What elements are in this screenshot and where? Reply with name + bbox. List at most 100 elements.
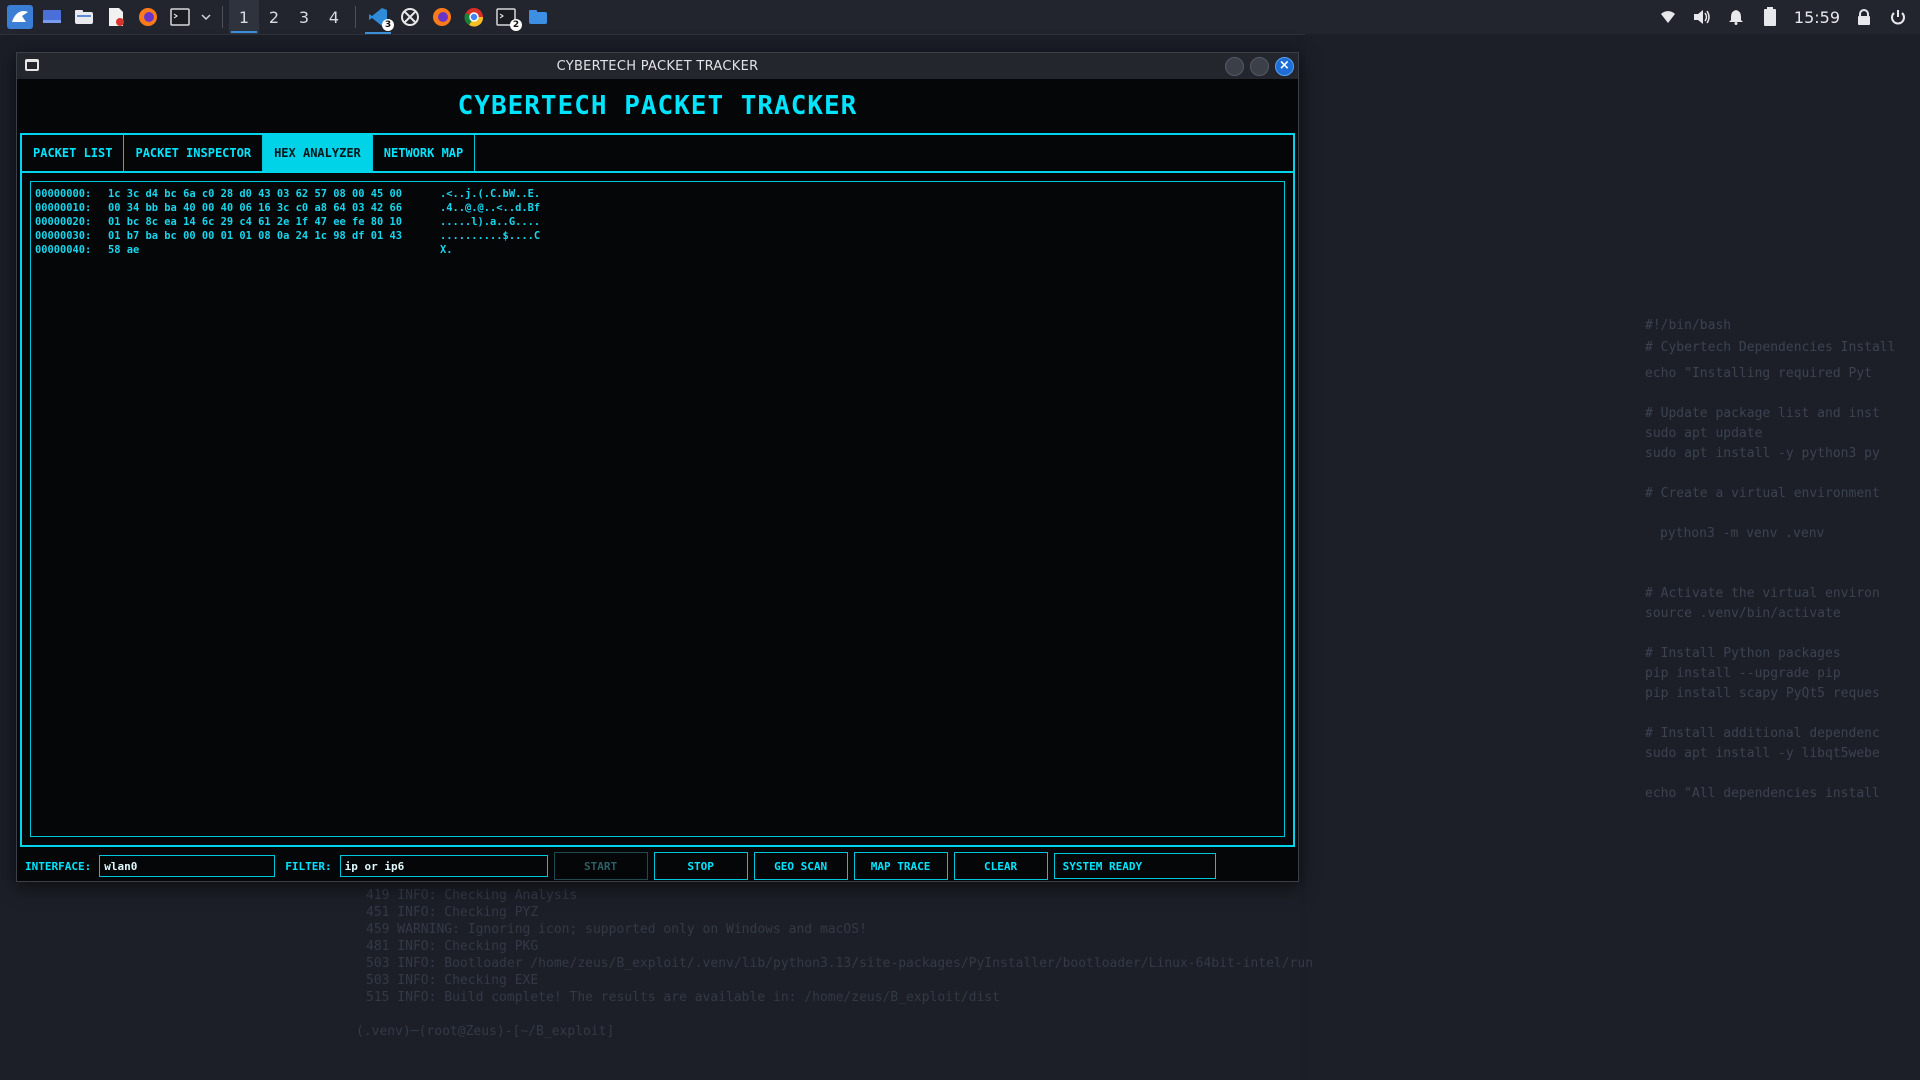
notifications-icon[interactable] (1726, 7, 1746, 27)
tab-network-map[interactable]: NETWORK MAP (373, 135, 476, 171)
app-header: CYBERTECH PACKET TRACKER (457, 91, 858, 121)
lock-icon[interactable] (1854, 7, 1874, 27)
hex-bytes: 01 b7 ba bc 00 00 01 01 08 0a 24 1c 98 d… (108, 230, 403, 242)
workspace-2[interactable]: 2 (259, 0, 289, 34)
hex-bytes: 01 bc 8c ea 14 6c 29 c4 61 2e 1f 47 ee f… (108, 216, 403, 228)
taskbar-separator (222, 6, 223, 28)
editor-line: # Create a virtual environment (1645, 486, 1880, 501)
firefox-window-icon[interactable] (429, 5, 455, 29)
terminal-line: 515 INFO: Build complete! The results ar… (366, 990, 1000, 1005)
window-titlebar[interactable]: CYBERTECH PACKET TRACKER × (17, 53, 1298, 79)
editor-line: python3 -m venv .venv (1660, 526, 1825, 541)
terminal-line: 419 INFO: Checking Analysis (366, 888, 578, 903)
editor-line: # Update package list and inst (1645, 406, 1880, 421)
workspace-4[interactable]: 4 (319, 0, 349, 34)
taskbar-separator (355, 6, 356, 28)
window-app-icon (25, 59, 39, 71)
workspace-1[interactable]: 1 (229, 0, 259, 34)
minimize-button[interactable] (1225, 57, 1244, 76)
hex-row: 00000000: 1c 3c d4 bc 6a c0 28 d0 43 03 … (35, 187, 1280, 201)
vscode-icon[interactable]: 3 (365, 5, 394, 34)
editor-line: echo "All dependencies install (1645, 786, 1880, 801)
packet-tracker-window: CYBERTECH PACKET TRACKER × CYBERTECH PAC… (16, 52, 1299, 882)
hex-ascii: .<..j.(.C.bW..E. (440, 188, 541, 200)
background-editor (1305, 34, 1920, 1080)
editor-line: # Activate the virtual environ (1645, 586, 1880, 601)
hex-bytes: 58 ae (108, 244, 140, 256)
terminal-window-count: 2 (510, 19, 522, 31)
editor-line: #!/bin/bash (1645, 318, 1732, 333)
hex-offset: 00000010: (35, 202, 92, 214)
hex-offset: 00000000: (35, 188, 92, 200)
hex-offset: 00000020: (35, 216, 92, 228)
tab-packet-inspector[interactable]: PACKET INSPECTOR (124, 135, 264, 171)
editor-line: sudo apt update (1645, 426, 1763, 441)
hex-row: 00000040: 58 ae X. (35, 243, 1280, 257)
terminal-line: 451 INFO: Checking PYZ (366, 905, 539, 920)
editor-line: # Install Python packages (1645, 646, 1841, 661)
start-button[interactable]: START (553, 852, 648, 880)
editor-line: pip install --upgrade pip (1645, 666, 1841, 681)
hex-bytes: 1c 3c d4 bc 6a c0 28 d0 43 03 62 57 08 0… (108, 188, 403, 200)
maximize-button[interactable] (1250, 57, 1269, 76)
battery-icon[interactable] (1760, 7, 1780, 27)
firefox-icon[interactable] (135, 5, 161, 29)
filter-input[interactable] (339, 855, 548, 877)
background-terminal (0, 880, 1300, 1080)
editor-line: pip install scapy PyQt5 reques (1645, 686, 1880, 701)
hex-ascii: X. (440, 244, 453, 256)
app-menu-icon[interactable] (7, 5, 33, 29)
chevron-down-icon[interactable] (199, 5, 213, 29)
hex-ascii: ..........$....C (440, 230, 541, 242)
terminal-line: 503 INFO: Bootloader /home/zeus/B_exploi… (366, 956, 1314, 971)
vscode-window-count: 3 (382, 19, 394, 31)
network-tool-icon[interactable] (397, 5, 423, 29)
taskbar: 1 2 3 4 3 2 15:59 (0, 0, 1920, 35)
hex-dump-view[interactable]: 00000000: 1c 3c d4 bc 6a c0 28 d0 43 03 … (30, 181, 1285, 837)
clock[interactable]: 15:59 (1794, 8, 1840, 27)
terminal-line: 503 INFO: Checking EXE (366, 973, 539, 988)
tab-hex-analyzer[interactable]: HEX ANALYZER (263, 135, 373, 171)
terminal-window-icon[interactable]: 2 (493, 5, 522, 31)
hex-row: 00000030: 01 b7 ba bc 00 00 01 01 08 0a … (35, 229, 1280, 243)
status-indicator: SYSTEM READY (1053, 853, 1216, 879)
hex-row: 00000020: 01 bc 8c ea 14 6c 29 c4 61 2e … (35, 215, 1280, 229)
hex-ascii: .4..@.@..<..d.Bf (440, 202, 541, 214)
interface-input[interactable] (99, 855, 276, 877)
hex-ascii: .....l).a..G.... (440, 216, 541, 228)
hex-row: 00000010: 00 34 bb ba 40 00 40 06 16 3c … (35, 201, 1280, 215)
hex-bytes: 00 34 bb ba 40 00 40 06 16 3c c0 a8 64 0… (108, 202, 403, 214)
wifi-icon[interactable] (1658, 7, 1678, 27)
control-bar: INTERFACE: FILTER: START STOP GEO SCAN M… (17, 847, 1298, 885)
terminal-line: 481 INFO: Checking PKG (366, 939, 539, 954)
map-trace-button[interactable]: MAP TRACE (853, 852, 948, 880)
editor-line: source .venv/bin/activate (1645, 606, 1841, 621)
interface-label: INTERFACE: (25, 859, 92, 873)
close-button[interactable]: × (1275, 57, 1294, 76)
hex-analyzer-panel: 00000000: 1c 3c d4 bc 6a c0 28 d0 43 03 … (20, 173, 1295, 847)
volume-icon[interactable] (1692, 7, 1712, 27)
editor-line: # Cybertech Dependencies Install (1645, 340, 1896, 355)
editor-line: echo "Installing required Pyt (1645, 366, 1872, 381)
clear-button[interactable]: CLEAR (953, 852, 1048, 880)
editor-line: sudo apt install -y libqt5webe (1645, 746, 1880, 761)
editor-line: # Install additional dependenc (1645, 726, 1880, 741)
geo-scan-button[interactable]: GEO SCAN (753, 852, 848, 880)
stop-button[interactable]: STOP (653, 852, 748, 880)
hex-offset: 00000040: (35, 244, 92, 256)
window-title: CYBERTECH PACKET TRACKER (556, 58, 759, 74)
editor-line: sudo apt install -y python3 py (1645, 446, 1880, 461)
show-desktop-icon[interactable] (39, 5, 65, 29)
power-icon[interactable] (1888, 7, 1908, 27)
tab-packet-list[interactable]: PACKET LIST (22, 135, 125, 171)
terminal-line: 459 WARNING: Ignoring icon; supported on… (366, 922, 867, 937)
hex-offset: 00000030: (35, 230, 92, 242)
workspace-3[interactable]: 3 (289, 0, 319, 34)
text-editor-icon[interactable] (103, 5, 129, 29)
folder-icon[interactable] (525, 5, 551, 29)
tab-bar: PACKET LIST PACKET INSPECTOR HEX ANALYZE… (20, 133, 1295, 173)
terminal-icon[interactable] (167, 5, 193, 29)
file-manager-icon[interactable] (71, 5, 97, 29)
chrome-icon[interactable] (461, 5, 487, 29)
terminal-prompt: (.venv)─(root@Zeus)-[~/B_exploit] (356, 1024, 615, 1039)
